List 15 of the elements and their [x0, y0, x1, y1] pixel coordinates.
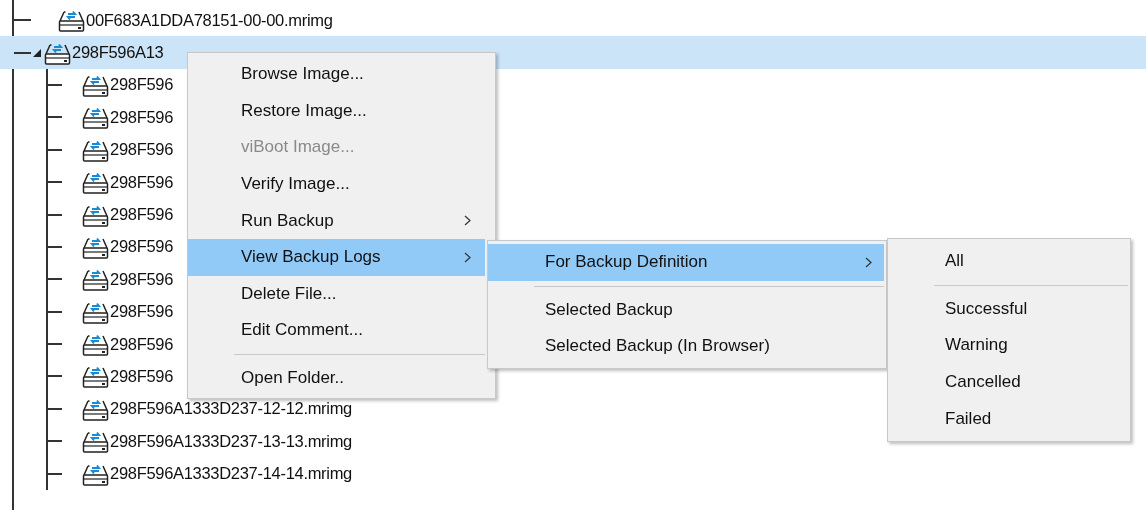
file-name: 298F596: [110, 302, 174, 322]
file-name: 00F683A1DDA78151-00-00.mrimg: [86, 10, 333, 30]
file-name: 298F596: [110, 75, 174, 95]
file-name: 298F596A1333D237-14-14.mrimg: [110, 464, 352, 484]
file-name: 298F596: [110, 237, 174, 257]
file-name: 298F596: [110, 140, 174, 160]
file-name: 298F596A13: [72, 43, 164, 63]
file-name: 298F596A1333D237-13-13.mrimg: [110, 431, 352, 451]
file-name: 298F596A1333D237-12-12.mrimg: [110, 399, 352, 419]
file-name: 298F596: [110, 107, 174, 127]
file-name: 298F596: [110, 367, 174, 386]
file-name: 298F596: [110, 172, 174, 192]
file-name: 298F596: [110, 269, 174, 289]
file-name: 298F596: [110, 205, 174, 225]
file-name: 298F596: [110, 334, 174, 354]
